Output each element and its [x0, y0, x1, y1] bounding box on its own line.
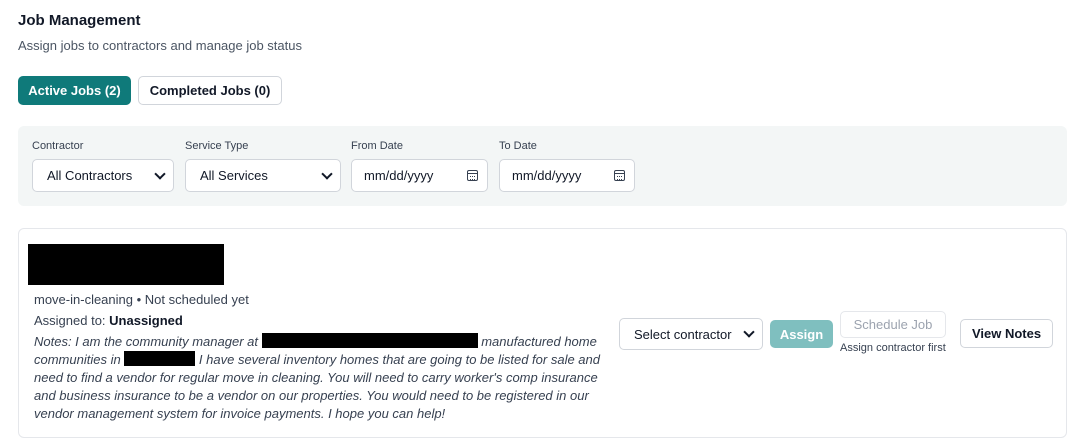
to-date-placeholder: mm/dd/yyyy — [512, 168, 582, 183]
page-subtitle: Assign jobs to contractors and manage jo… — [18, 38, 302, 53]
assign-button[interactable]: Assign — [770, 320, 833, 348]
service-type-filter-value: All Services — [200, 168, 268, 183]
job-notes: Notes: I am the community manager at man… — [34, 333, 604, 423]
job-assigned: Assigned to: Unassigned — [34, 313, 183, 328]
job-card: move-in-cleaning • Not scheduled yet Ass… — [18, 228, 1067, 438]
from-date-placeholder: mm/dd/yyyy — [364, 168, 434, 183]
contractor-filter-value: All Contractors — [47, 168, 133, 183]
page-title: Job Management — [18, 12, 141, 29]
filter-panel: Contractor All Contractors Service Type … — [18, 126, 1067, 206]
calendar-icon[interactable] — [467, 170, 478, 181]
chevron-down-icon — [743, 326, 755, 338]
tab-active-jobs[interactable]: Active Jobs (2) — [18, 76, 131, 105]
calendar-icon[interactable] — [614, 170, 625, 181]
view-notes-button[interactable]: View Notes — [960, 319, 1053, 348]
job-meta: move-in-cleaning • Not scheduled yet — [34, 292, 249, 307]
select-contractor-dropdown[interactable]: Select contractor — [619, 318, 763, 350]
chevron-down-icon — [321, 167, 333, 180]
assigned-prefix: Assigned to: — [34, 313, 110, 328]
tab-completed-jobs[interactable]: Completed Jobs (0) — [138, 76, 282, 105]
assigned-value: Unassigned — [109, 313, 183, 328]
schedule-hint: Assign contractor first — [840, 342, 946, 354]
redacted-community-name — [261, 333, 478, 348]
from-date-input[interactable]: mm/dd/yyyy — [351, 159, 488, 192]
from-date-label: From Date — [351, 140, 403, 152]
chevron-down-icon — [154, 167, 166, 180]
contractor-filter-label: Contractor — [32, 140, 84, 152]
redacted-job-title — [28, 244, 224, 285]
notes-text-1: Notes: I am the community manager at — [34, 334, 262, 349]
redacted-location — [124, 351, 196, 366]
to-date-label: To Date — [499, 140, 537, 152]
select-contractor-value: Select contractor — [634, 326, 732, 342]
contractor-filter-select[interactable]: All Contractors — [32, 159, 174, 192]
schedule-job-button[interactable]: Schedule Job — [840, 311, 946, 338]
service-type-filter-label: Service Type — [185, 140, 249, 152]
to-date-input[interactable]: mm/dd/yyyy — [499, 159, 635, 192]
service-type-filter-select[interactable]: All Services — [185, 159, 341, 192]
